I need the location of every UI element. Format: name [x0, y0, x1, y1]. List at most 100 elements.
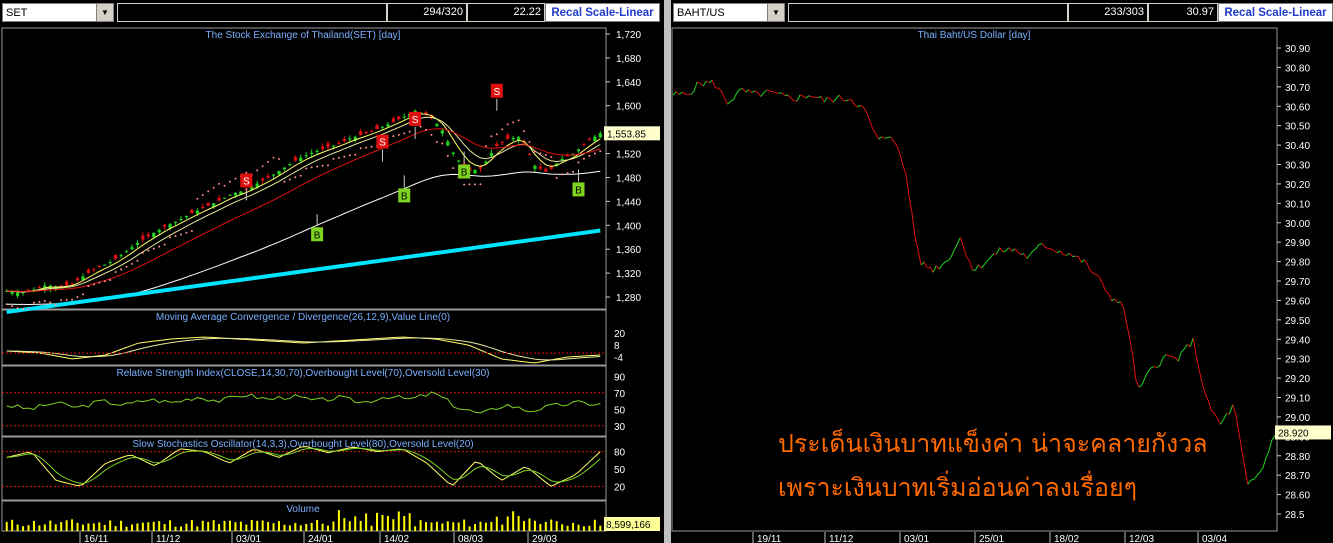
volume-bar — [512, 511, 515, 531]
price-segment — [959, 237, 964, 247]
price-segment — [1017, 251, 1022, 255]
volume-bar — [310, 522, 313, 531]
price-segment — [1162, 354, 1167, 359]
candle-body — [217, 197, 221, 201]
price-segment — [1129, 338, 1134, 357]
set-chart-svg[interactable]: The Stock Exchange of Thailand(SET) [day… — [0, 0, 664, 543]
sar-dot — [479, 183, 482, 186]
candle-body — [15, 292, 20, 297]
sar-dot — [174, 235, 177, 238]
price-segment — [1050, 248, 1055, 252]
price-tick-label: 29.20 — [1285, 374, 1310, 385]
price-segment — [672, 91, 677, 96]
volume-bar — [359, 520, 362, 531]
candle-body — [506, 134, 510, 139]
price-tick-label: 1,680 — [616, 54, 641, 65]
volume-bar — [533, 520, 536, 531]
candle-body — [495, 143, 499, 147]
candle-body — [527, 154, 532, 156]
candle-body — [375, 125, 379, 130]
price-segment — [675, 91, 680, 95]
volume-bar — [65, 520, 68, 531]
panel-divider[interactable] — [664, 0, 671, 543]
price-segment — [854, 104, 858, 108]
sar-dot — [256, 169, 259, 172]
price-segment — [820, 96, 825, 103]
date-tick-label: 11/12 — [829, 534, 854, 543]
volume-bar — [49, 520, 52, 531]
candle-body — [135, 242, 140, 245]
candle-body — [451, 152, 455, 154]
volume-bar — [38, 525, 41, 531]
volume-bar — [130, 524, 133, 531]
candle-body — [233, 192, 238, 196]
volume-bar — [550, 519, 553, 531]
volume-bar — [60, 522, 63, 531]
sar-dot — [446, 154, 449, 157]
sar-dot — [501, 128, 504, 131]
candle-body — [310, 152, 314, 154]
price-segment — [908, 195, 913, 214]
candle-body — [538, 166, 543, 169]
price-tick-label: 29.00 — [1285, 413, 1310, 424]
price-segment — [860, 104, 864, 108]
signal-label: B — [314, 230, 321, 241]
volume-bar — [501, 524, 504, 531]
price-segment — [1005, 247, 1010, 252]
price-segment — [878, 136, 883, 140]
sar-dot — [403, 132, 406, 135]
price-segment — [953, 243, 958, 250]
price-segment — [1172, 355, 1176, 358]
sar-dot — [71, 298, 74, 301]
price-segment — [1195, 356, 1200, 371]
volume-bar — [267, 521, 270, 531]
candle-body — [386, 124, 390, 127]
sar-dot — [533, 150, 536, 153]
volume-bar — [430, 522, 433, 531]
price-segment — [1135, 379, 1140, 388]
macd-tick-label: 8 — [614, 341, 620, 352]
sar-dot — [343, 155, 346, 158]
candle-body — [320, 146, 325, 150]
candle-body — [391, 118, 395, 122]
price-segment — [838, 94, 843, 101]
price-segment — [1041, 243, 1046, 248]
price-segment — [920, 261, 925, 266]
sar-dot — [577, 161, 580, 164]
price-segment — [1253, 475, 1258, 480]
volume-bar — [27, 525, 30, 531]
price-segment — [1035, 244, 1040, 249]
price-segment — [711, 80, 716, 89]
sar-dot — [397, 133, 400, 136]
price-segment — [890, 136, 895, 143]
volume-bar — [376, 512, 379, 531]
volume-bar — [577, 524, 580, 531]
price-segment — [1192, 337, 1197, 357]
price-tick-label: 30.80 — [1285, 63, 1310, 74]
date-tick-label: 03/01 — [236, 534, 261, 543]
price-segment — [1020, 253, 1025, 255]
price-segment — [999, 247, 1004, 253]
sar-dot — [474, 183, 477, 186]
date-tick-label: 03/04 — [1202, 534, 1227, 543]
price-tick-label: 30.30 — [1285, 161, 1310, 172]
macd-title: Moving Average Convergence / Divergence(… — [156, 312, 450, 323]
price-segment — [1083, 259, 1088, 265]
candle-body — [26, 289, 31, 291]
candle-body — [337, 143, 341, 145]
volume-bar — [582, 526, 585, 531]
price-segment — [1217, 418, 1221, 425]
price-segment — [1159, 357, 1164, 366]
price-segment — [938, 264, 943, 270]
sar-dot — [490, 135, 493, 138]
sar-dot — [593, 152, 596, 155]
sar-dot — [234, 177, 237, 180]
sar-dot — [158, 245, 161, 248]
candle-body — [163, 224, 167, 227]
price-segment — [893, 141, 898, 146]
price-tick-label: 29.40 — [1285, 335, 1310, 346]
date-tick-label: 24/01 — [308, 534, 333, 543]
candle-body — [473, 169, 477, 174]
candle-body — [331, 145, 336, 147]
price-segment — [842, 99, 846, 102]
